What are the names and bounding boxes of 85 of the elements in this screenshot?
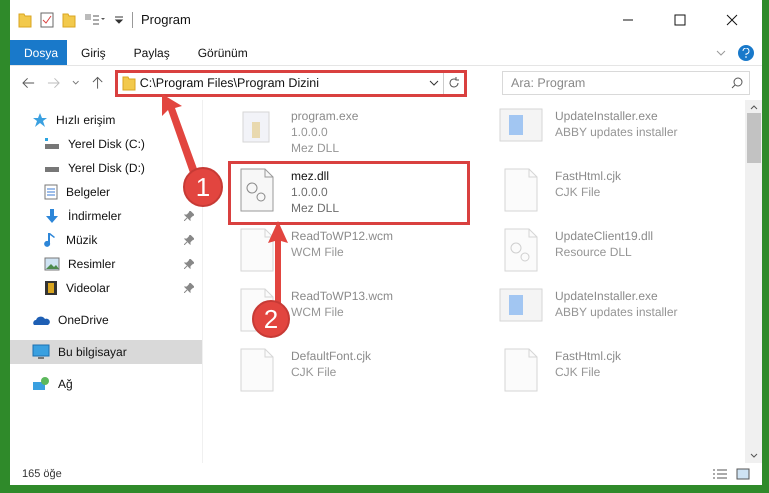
music-note-icon [44, 232, 58, 248]
window-title: Program [141, 11, 191, 30]
pin-icon[interactable] [184, 235, 194, 245]
file-icon [504, 348, 538, 392]
file-detail: 1.0.0.0 [291, 184, 329, 200]
sidebar-item[interactable]: İndirmeler [44, 204, 202, 228]
help-icon[interactable] [738, 44, 754, 60]
address-bar[interactable]: C:\Program Files\Program Dizini [114, 70, 467, 96]
network-icon [32, 376, 50, 392]
dropdown-icon[interactable] [114, 15, 124, 25]
new-folder-icon [62, 12, 76, 28]
sidebar-item[interactable]: Belgeler [44, 180, 118, 204]
sidebar-item[interactable]: Resimler [44, 252, 202, 276]
back-arrow-icon[interactable] [22, 77, 36, 89]
pin-icon[interactable] [184, 259, 194, 269]
window-icon [499, 108, 543, 142]
file-name: ReadToWP13.wcm [291, 288, 394, 304]
folder-icon [18, 12, 32, 28]
refresh-icon[interactable] [448, 77, 460, 89]
sidebar-item[interactable]: Hızlı erişim [32, 108, 124, 132]
file-detail: CJK File [555, 364, 602, 380]
sidebar-item[interactable]: OneDrive [32, 308, 117, 332]
file-icon [504, 168, 538, 212]
sidebar-item[interactable]: Yerel Disk (C:) [44, 132, 153, 156]
file-name: FastHtml.cjk [555, 168, 621, 184]
pin-icon[interactable] [184, 211, 194, 221]
chevron-down-icon[interactable] [428, 79, 439, 87]
scroll-down-icon[interactable] [750, 453, 758, 459]
file-detail: 1.0.0.0 [291, 124, 329, 140]
file-name: ReadToWP12.wcm [291, 228, 394, 244]
file-detail: Mez DLL [291, 200, 340, 216]
item-count: 165 öğe [22, 466, 62, 482]
file-tile[interactable]: mez.dll 1.0.0.0 Mez DLL [231, 164, 467, 222]
file-detail: CJK File [291, 364, 338, 380]
properties-icon[interactable] [84, 13, 106, 27]
window-icon [499, 288, 543, 322]
file-name: UpdateClient19.dll [555, 228, 654, 244]
file-detail: WCM File [291, 304, 345, 320]
sidebar-item[interactable]: Bu bilgisayar [10, 340, 202, 364]
ribbon-tab[interactable]: Görünüm [184, 40, 262, 65]
down-arrow-icon [44, 208, 60, 224]
file-name: DefaultFont.cjk [291, 348, 372, 364]
document-icon [44, 184, 58, 200]
star-icon [32, 112, 48, 128]
address-path: C:\Program Files\Program Dizini [140, 74, 320, 92]
monitor-icon [32, 344, 50, 360]
search-icon[interactable] [731, 77, 743, 89]
file-detail: Mez DLL [291, 140, 340, 156]
close-icon[interactable] [726, 14, 738, 26]
file-name: UpdateInstaller.exe [555, 108, 659, 124]
ribbon-tab[interactable]: Giriş [67, 40, 120, 65]
drive-icon [44, 137, 60, 151]
sidebar-item[interactable]: Müzik [44, 228, 202, 252]
ribbon-tab[interactable]: Paylaş [120, 40, 184, 65]
file-name: FastHtml.cjk [555, 348, 621, 364]
scrollbar[interactable] [745, 100, 762, 463]
file-detail: CJK File [555, 184, 602, 200]
up-arrow-icon[interactable] [92, 76, 103, 90]
file-name: mez.dll [291, 168, 330, 184]
large-icons-view-icon[interactable] [736, 468, 750, 480]
file-detail: Resource DLL [555, 244, 633, 260]
file-detail: ABBY updates installer [555, 304, 678, 320]
folder-icon [122, 75, 136, 91]
maximize-icon[interactable] [674, 14, 686, 26]
cloud-icon [32, 314, 50, 326]
file-icon [240, 228, 274, 272]
file-detail: WCM File [291, 244, 345, 260]
sidebar-item[interactable]: Videolar [44, 276, 202, 300]
file-detail: ABBY updates installer [555, 124, 678, 140]
file-name: UpdateInstaller.exe [555, 288, 659, 304]
sidebar-item[interactable]: Yerel Disk (D:) [44, 156, 153, 180]
ribbon-tab[interactable]: Dosya [10, 40, 67, 65]
sidebar-item[interactable]: Ağ [32, 372, 81, 396]
scrollbar-thumb[interactable] [746, 113, 760, 163]
checklist-icon[interactable] [40, 12, 54, 28]
search-field[interactable]: Ara: Program [502, 71, 750, 95]
film-icon [44, 280, 58, 296]
file-name: program.exe [291, 108, 358, 124]
gear-file-icon [504, 228, 538, 272]
image-icon [44, 257, 60, 271]
gear-file-icon [240, 168, 274, 212]
scroll-up-icon[interactable] [750, 104, 758, 110]
pin-icon[interactable] [184, 283, 194, 293]
file-icon [240, 348, 274, 392]
details-view-icon[interactable] [712, 468, 728, 480]
